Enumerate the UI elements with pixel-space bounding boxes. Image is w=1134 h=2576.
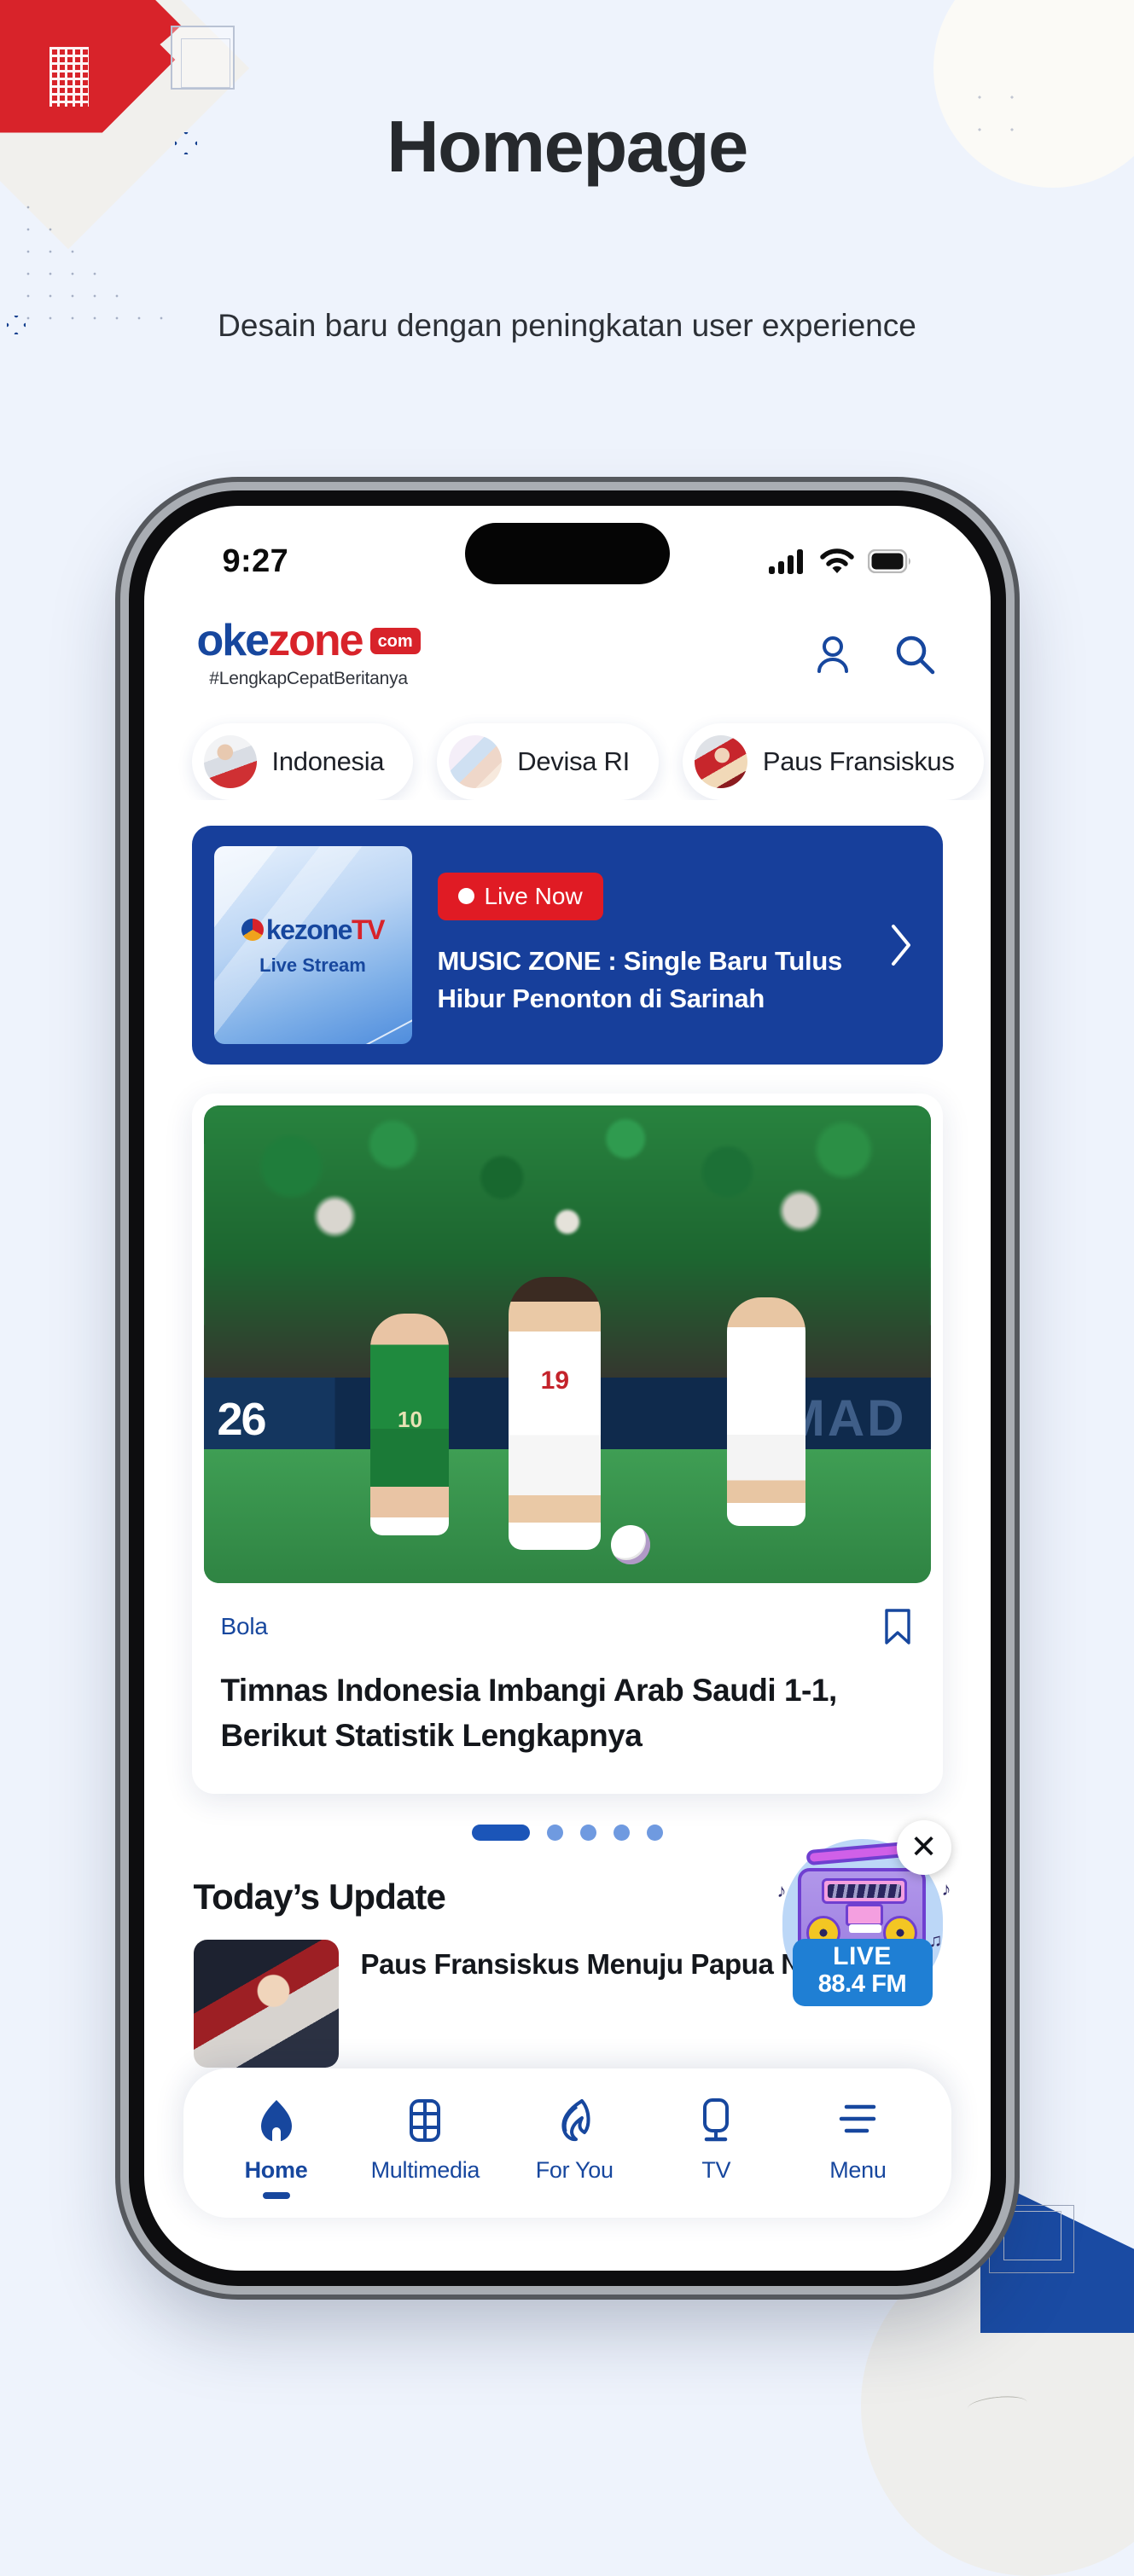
player-white-background bbox=[726, 1297, 805, 1526]
music-note-icon: ♪ bbox=[776, 1880, 787, 1901]
kezone-logo-text: kezone bbox=[265, 914, 352, 945]
bottom-navigation-bar[interactable]: Home Multimedia For You TV Menu bbox=[183, 2068, 951, 2218]
topic-chip[interactable]: Paus Fransiskus bbox=[682, 723, 984, 800]
soccer-ball-icon bbox=[610, 1524, 650, 1564]
cellular-signal-icon bbox=[768, 548, 806, 574]
news-card-meta: Bola bbox=[192, 1583, 943, 1646]
decor-blue-triangle bbox=[980, 2175, 1134, 2333]
television-icon bbox=[691, 2096, 741, 2145]
kezone-logo-tv: TV bbox=[352, 914, 385, 945]
kezone-logo-mark bbox=[241, 919, 264, 941]
chip-avatar-image bbox=[203, 735, 257, 788]
nav-label-multimedia: Multimedia bbox=[370, 2157, 480, 2183]
nav-label-home: Home bbox=[244, 2157, 308, 2183]
decor-square-outline-br bbox=[989, 2205, 1074, 2273]
carousel-dot[interactable] bbox=[546, 1825, 563, 1842]
nav-item-for-you[interactable]: For You bbox=[527, 2096, 621, 2184]
header-actions bbox=[810, 631, 938, 677]
nav-label-tv: TV bbox=[701, 2157, 731, 2183]
brand-tagline: #LengkapCepatBeritanya bbox=[209, 669, 408, 688]
search-icon[interactable] bbox=[892, 631, 938, 677]
decor-logo-grid-icon bbox=[49, 47, 89, 107]
carousel-dot[interactable] bbox=[613, 1825, 630, 1842]
flame-icon bbox=[550, 2096, 599, 2145]
page-title: Homepage bbox=[387, 107, 748, 188]
live-dot-icon bbox=[457, 888, 474, 905]
radio-display-panel bbox=[821, 1878, 907, 1904]
nav-item-tv[interactable]: TV bbox=[669, 2096, 763, 2184]
carousel-dot-active[interactable] bbox=[471, 1825, 530, 1842]
nav-label-menu: Menu bbox=[829, 2157, 887, 2183]
topic-chips-row[interactable]: Indonesia Devisa RI Paus Fransiskus bbox=[144, 713, 991, 800]
decor-wave-line bbox=[967, 2393, 1028, 2417]
chip-avatar-image bbox=[449, 735, 503, 788]
nav-item-multimedia[interactable]: Multimedia bbox=[371, 2096, 480, 2184]
battery-icon bbox=[867, 549, 912, 573]
kezone-tv-logo: kezone TV bbox=[241, 914, 385, 946]
music-note-icon: ♪ bbox=[941, 1878, 951, 1900]
decor-square-outline-inner bbox=[181, 38, 230, 88]
radio-tuner-bar bbox=[848, 1924, 881, 1933]
home-icon bbox=[252, 2096, 301, 2145]
player-green-10 bbox=[370, 1314, 450, 1535]
radio-frequency-label: 88.4 FM bbox=[817, 1970, 907, 1998]
news-category-label: Bola bbox=[220, 1613, 268, 1639]
radio-live-label: LIVE bbox=[833, 1941, 892, 1970]
chip-label: Devisa RI bbox=[517, 746, 630, 776]
list-item-thumbnail bbox=[193, 1940, 339, 2068]
featured-news-card[interactable]: Bola Timnas Indonesia Imbangi Arab Saudi… bbox=[191, 1094, 943, 1795]
live-banner-body: Live Now MUSIC ZONE : Single Baru Tulus … bbox=[437, 872, 861, 1018]
dynamic-island bbox=[464, 523, 670, 584]
live-stream-banner[interactable]: kezone TV Live Stream Live Now MUSIC ZON… bbox=[191, 826, 943, 1065]
status-bar-time: 9:27 bbox=[222, 542, 289, 579]
radio-frequency-badge: LIVE 88.4 FM bbox=[792, 1938, 933, 2006]
brand-logo-block[interactable]: oke zone com #LengkapCepatBeritanya bbox=[197, 618, 421, 689]
decor-circle-bottom-right bbox=[861, 2235, 1134, 2576]
carousel-dot[interactable] bbox=[646, 1825, 663, 1842]
wifi-icon bbox=[819, 548, 854, 574]
app-header: oke zone com #LengkapCepatBeritanya bbox=[144, 601, 991, 713]
live-stream-subtitle: Live Stream bbox=[259, 954, 366, 976]
close-icon[interactable]: ✕ bbox=[896, 1820, 951, 1875]
okezone-logo: oke zone com bbox=[197, 618, 421, 663]
status-bar-icons bbox=[768, 548, 912, 574]
chip-avatar-image bbox=[694, 735, 747, 788]
nav-item-home[interactable]: Home bbox=[230, 2096, 323, 2199]
profile-icon[interactable] bbox=[810, 631, 856, 677]
phone-mockup-frame: 9:27 oke zone com #LengkapCepatBeritanya… bbox=[128, 490, 1006, 2286]
nav-label-for-you: For You bbox=[535, 2157, 614, 2183]
news-photo bbox=[203, 1105, 931, 1583]
phone-screen: 9:27 oke zone com #LengkapCepatBeritanya… bbox=[143, 506, 991, 2271]
chip-label: Paus Fransiskus bbox=[762, 746, 955, 776]
floating-radio-widget[interactable]: ♪ ♪ ♫ LIVE 88.4 FM ✕ bbox=[776, 1820, 951, 2006]
topic-chip[interactable]: Devisa RI bbox=[437, 723, 659, 800]
logo-dotcom-badge: com bbox=[369, 627, 421, 654]
status-bar: 9:27 bbox=[144, 506, 991, 601]
logo-text-oke: oke bbox=[196, 616, 270, 665]
film-icon bbox=[400, 2096, 450, 2145]
bookmark-icon[interactable] bbox=[881, 1607, 914, 1646]
nav-active-indicator bbox=[262, 2192, 290, 2199]
live-badge-label: Live Now bbox=[484, 882, 583, 909]
chip-label: Indonesia bbox=[271, 746, 385, 776]
nav-item-menu[interactable]: Menu bbox=[811, 2096, 904, 2184]
chevron-right-icon[interactable] bbox=[887, 921, 921, 969]
radio-cassette-slot bbox=[845, 1904, 883, 1926]
decor-square-outline bbox=[171, 26, 235, 90]
decor-square-outline-br-inner bbox=[1003, 2211, 1061, 2260]
live-now-badge: Live Now bbox=[437, 872, 603, 920]
topic-chip[interactable]: Indonesia bbox=[191, 723, 414, 800]
menu-icon bbox=[833, 2096, 882, 2145]
logo-text-zone: zone bbox=[268, 616, 363, 665]
page-subtitle: Desain baru dengan peningkatan user expe… bbox=[218, 308, 916, 343]
player-white-19 bbox=[509, 1276, 602, 1550]
live-banner-title: MUSIC ZONE : Single Baru Tulus Hibur Pen… bbox=[437, 945, 843, 1013]
news-headline: Timnas Indonesia Imbangi Arab Saudi 1-1,… bbox=[220, 1673, 838, 1753]
carousel-dot[interactable] bbox=[579, 1825, 596, 1842]
live-stream-thumbnail: kezone TV Live Stream bbox=[213, 846, 412, 1044]
